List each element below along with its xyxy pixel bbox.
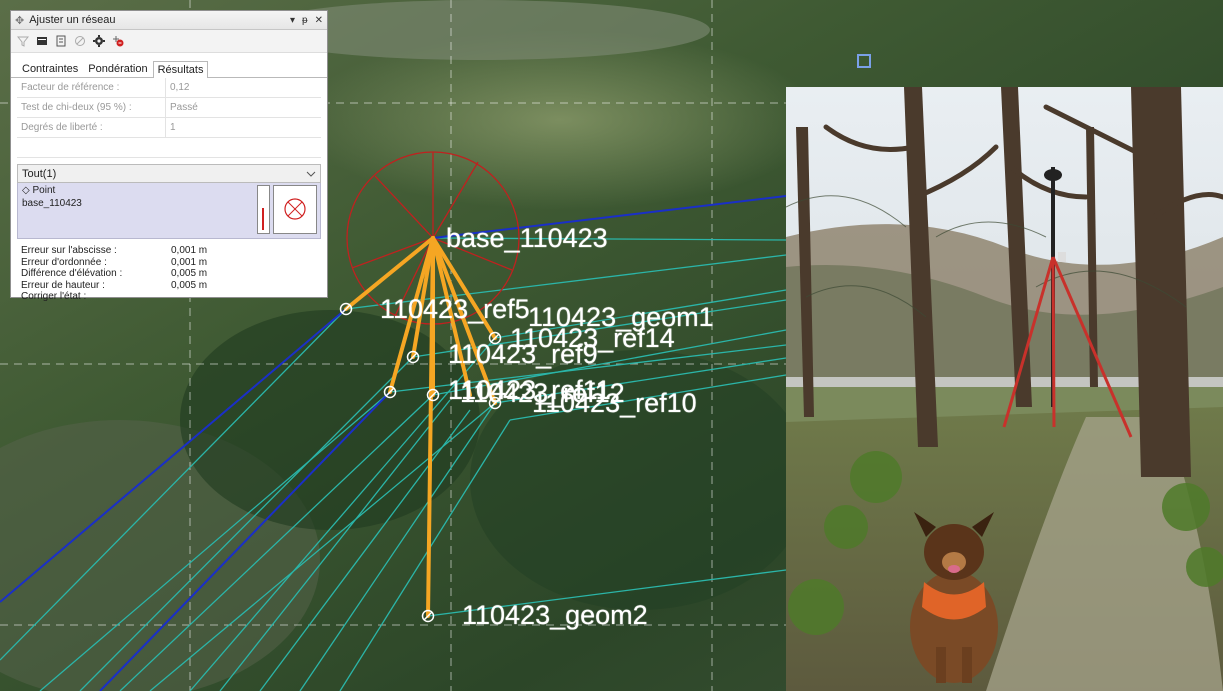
filter-dropdown-value: Tout(1) — [22, 167, 57, 180]
point-diamond-icon: ◇ — [22, 185, 30, 196]
disabled-icon[interactable] — [74, 35, 86, 47]
panel-toolbar — [11, 30, 327, 53]
panel-titlebar[interactable]: ✥ Ajuster un réseau ▾ ᵽ ✕ — [11, 11, 327, 30]
point-label-ref5: 110423_ref5 — [380, 294, 530, 324]
settings-gear-icon[interactable] — [93, 35, 105, 47]
point-errors: Erreur sur l'abscisse : 0,001 m Erreur d… — [11, 239, 327, 303]
result-value: 0,12 — [170, 82, 190, 93]
point-label-geom2: 110423_geom2 — [462, 600, 648, 630]
drag-handle-icon[interactable]: ✥ — [15, 14, 24, 27]
error-label: Corriger l'état : — [21, 291, 87, 303]
result-value: Passé — [170, 102, 198, 113]
list-item: Corriger l'état : — [21, 291, 317, 303]
point-label-ref9: 110423_ref9 — [448, 339, 598, 369]
table-row: Test de chi-deux (95 %) : Passé — [17, 98, 321, 118]
panel-close-button[interactable]: ✕ — [315, 15, 323, 26]
table-row: Degrés de liberté : 1 — [17, 118, 321, 138]
error-value: 0,005 m — [171, 268, 208, 280]
result-label: Test de chi-deux (95 %) : — [17, 98, 166, 117]
error-value: 0,001 m — [171, 256, 208, 268]
result-value: 1 — [170, 122, 176, 133]
filter-icon[interactable] — [16, 35, 30, 47]
panel-menu-button[interactable]: ▾ — [290, 15, 295, 26]
error-label: Erreur sur l'abscisse : — [21, 245, 117, 257]
error-ellipse-icon — [273, 185, 317, 234]
tab-resultats[interactable]: Résultats — [152, 61, 209, 78]
list-item: Erreur d'ordonnée : 0,001 m — [21, 257, 317, 269]
chevron-down-icon — [306, 168, 316, 180]
table-icon[interactable] — [36, 35, 48, 47]
list-item: Erreur de hauteur : 0,005 m — [21, 280, 317, 292]
panel-title: Ajuster un réseau — [29, 14, 116, 26]
point-label-base: base_110423 — [446, 223, 608, 253]
results-table: Facteur de référence : 0,12 Test de chi-… — [11, 78, 327, 138]
point-type: ◇ Point — [22, 185, 56, 196]
tab-ponderation[interactable]: Pondération — [83, 60, 152, 77]
point-name: base_110423 — [22, 198, 82, 209]
error-label: Erreur d'ordonnée : — [21, 256, 107, 268]
selected-point[interactable]: ◇ Point base_110423 — [17, 183, 321, 239]
table-row: Facteur de référence : 0,12 — [17, 78, 321, 98]
tab-contraintes[interactable]: Contraintes — [17, 60, 83, 77]
result-label: Degrés de liberté : — [17, 118, 166, 137]
document-icon[interactable] — [55, 35, 67, 47]
results-empty-row — [17, 138, 321, 158]
list-item: Erreur sur l'abscisse : 0,001 m — [21, 245, 317, 257]
error-value: 0,001 m — [171, 245, 208, 257]
panel-tabs: Contraintes Pondération Résultats — [11, 53, 327, 78]
list-item: Différence d'élévation : 0,005 m — [21, 268, 317, 280]
error-value: 0,005 m — [171, 279, 208, 291]
remove-point-icon[interactable] — [112, 35, 124, 47]
filter-dropdown[interactable]: Tout(1) — [17, 164, 321, 183]
error-label: Différence d'élévation : — [21, 268, 123, 280]
photo-scene — [786, 87, 1223, 691]
height-error-bar-icon — [257, 185, 270, 234]
error-label: Erreur de hauteur : — [21, 279, 105, 291]
field-photo — [786, 87, 1223, 691]
result-label: Facteur de référence : — [17, 78, 166, 97]
adjust-network-panel[interactable]: ✥ Ajuster un réseau ▾ ᵽ ✕ Contraintes Po… — [10, 10, 328, 302]
panel-pin-button[interactable]: ᵽ — [302, 15, 308, 26]
point-label-ref10: 110423_ref10 — [532, 388, 697, 418]
selection-marker[interactable] — [857, 54, 871, 68]
